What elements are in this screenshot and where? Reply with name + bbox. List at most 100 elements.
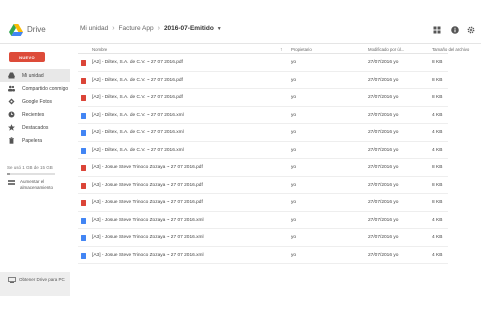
sidebar-item-label: Destacados: [22, 124, 49, 131]
xml-file-icon: [81, 252, 86, 259]
xml-file-icon: [81, 235, 86, 241]
breadcrumb-facture-app[interactable]: Facture App: [119, 25, 154, 32]
pdf-file-icon: [81, 60, 86, 66]
file-size: 8 KB: [432, 95, 443, 100]
file-owner: yo: [291, 77, 297, 83]
drive-icon: [8, 72, 15, 79]
file-size: 4 KB: [432, 252, 443, 258]
file-name: [A3] - Josue Steve Trinoco Zozaya ~ 27 0…: [92, 165, 203, 170]
file-owner: yo: [291, 60, 297, 65]
clock-icon: [8, 111, 15, 118]
sort-arrow-up-icon[interactable]: ↑: [280, 47, 283, 53]
storage-usage-text: Se usó 1 GB de 15 GB: [7, 165, 53, 170]
file-size: 8 KB: [432, 60, 443, 65]
pdf-file-icon: [81, 165, 86, 171]
get-drive-for-pc-button[interactable]: Obtener Drive para PC: [0, 272, 70, 296]
file-modified: 27/07/2016 yo: [368, 165, 399, 170]
file-modified: 27/07/2016 yo: [368, 252, 399, 258]
pdf-file-icon: [81, 77, 86, 84]
breadcrumb-my-drive[interactable]: Mi unidad: [80, 25, 108, 32]
file-modified: 27/07/2016 yo: [368, 95, 399, 100]
file-row[interactable]: [A2] - Diltex, S.A. de C.V. ~ 27 07 2016…: [78, 124, 448, 142]
file-size: 4 KB: [432, 112, 443, 118]
file-row[interactable]: [A2] - Diltex, S.A. de C.V. ~ 27 07 2016…: [78, 54, 448, 72]
file-owner: yo: [291, 165, 297, 170]
app-name[interactable]: Drive: [27, 25, 46, 34]
pdf-file-icon: [81, 182, 86, 189]
file-row[interactable]: [A3] - Josue Steve Trinoco Zozaya ~ 27 0…: [78, 212, 448, 229]
breadcrumb-current-folder[interactable]: 2016-07-Emitido: [164, 25, 214, 32]
file-owner: yo: [291, 182, 297, 188]
file-row[interactable]: [A2] - Diltex, S.A. de C.V. ~ 27 07 2016…: [78, 142, 448, 159]
file-modified: 27/07/2016 yo: [368, 217, 399, 223]
file-name: [A3] - Josue Steve Trinoco Zozaya ~ 27 0…: [92, 217, 204, 223]
file-row[interactable]: [A3] - Josue Steve Trinoco Zozaya ~ 27 0…: [78, 177, 448, 194]
sidebar-item-starred[interactable]: Destacados: [0, 121, 70, 134]
sidebar-item-photos[interactable]: Google Fotos: [0, 95, 70, 108]
people-icon: [8, 85, 15, 92]
storage-icon: [8, 180, 15, 185]
pdf-file-icon: [81, 95, 86, 101]
photos-icon: [8, 98, 15, 105]
file-list-header: Nombre ↑ Propietario Modificado por úl..…: [78, 44, 469, 54]
file-row[interactable]: [A3] - Josue Steve Trinoco Zozaya ~ 27 0…: [78, 159, 448, 177]
breadcrumb: Mi unidad › Facture App › 2016-07-Emitid…: [80, 25, 222, 32]
file-modified: 27/07/2016 yo: [368, 130, 399, 135]
file-row[interactable]: [A2] - Diltex, S.A. de C.V. ~ 27 07 2016…: [78, 89, 448, 107]
column-header-name[interactable]: Nombre: [92, 47, 107, 52]
file-modified: 27/07/2016 yo: [368, 77, 399, 83]
upgrade-storage-link[interactable]: Aumentar el almacenamiento: [8, 179, 63, 190]
file-name: [A3] - Josue Steve Trinoco Zozaya ~ 27 0…: [92, 235, 204, 240]
storage-usage-fill: [7, 173, 11, 175]
get-drive-label: Obtener Drive para PC: [19, 277, 65, 282]
sidebar-item-shared[interactable]: Compartido conmigo: [0, 82, 70, 95]
info-icon[interactable]: [451, 26, 459, 34]
sidebar: NUEVO Mi unidad Compartido conmigo Googl…: [0, 44, 70, 320]
sidebar-item-my-drive[interactable]: Mi unidad: [0, 69, 70, 82]
settings-gear-icon[interactable]: [467, 26, 475, 34]
file-row[interactable]: [A3] - Josue Steve Trinoco Zozaya ~ 27 0…: [78, 194, 448, 212]
file-size: 4 KB: [432, 235, 443, 240]
upgrade-storage-label: Aumentar el almacenamiento: [20, 179, 54, 190]
file-owner: yo: [291, 217, 297, 223]
file-owner: yo: [291, 95, 297, 100]
storage-usage-bar: [7, 173, 55, 175]
sidebar-item-label: Papelera: [22, 137, 43, 144]
file-row[interactable]: [A3] - Josue Steve Trinoco Zozaya ~ 27 0…: [78, 247, 448, 264]
file-row[interactable]: [A2] - Diltex, S.A. de C.V. ~ 27 07 2016…: [78, 72, 448, 89]
xml-file-icon: [81, 112, 86, 119]
file-modified: 27/07/2016 yo: [368, 182, 399, 188]
file-modified: 27/07/2016 yo: [368, 200, 399, 205]
file-name: [A2] - Diltex, S.A. de C.V. ~ 27 07 2016…: [92, 130, 184, 135]
file-owner: yo: [291, 130, 297, 135]
column-header-modified[interactable]: Modificado por úl...: [368, 47, 404, 52]
sidebar-item-label: Compartido conmigo: [22, 85, 69, 92]
file-size: 4 KB: [432, 147, 443, 153]
file-row[interactable]: [A2] - Diltex, S.A. de C.V. ~ 27 07 2016…: [78, 107, 448, 124]
file-name: [A3] - Josue Steve Trinoco Zozaya ~ 27 0…: [92, 252, 204, 258]
file-size: 8 KB: [432, 77, 443, 83]
top-bar: Drive Mi unidad › Facture App › 2016-07-…: [0, 0, 481, 44]
column-header-size[interactable]: Tamaño del archivo: [432, 47, 469, 52]
file-modified: 27/07/2016 yo: [368, 60, 399, 65]
chevron-right-icon: ›: [112, 25, 115, 32]
trash-icon: [9, 137, 14, 144]
file-size: 8 KB: [432, 200, 443, 205]
grid-view-icon[interactable]: [433, 26, 441, 34]
file-name: [A3] - Josue Steve Trinoco Zozaya ~ 27 0…: [92, 182, 203, 188]
file-name: [A2] - Diltex, S.A. de C.V. ~ 27 07 2016…: [92, 147, 184, 153]
file-name: [A2] - Diltex, S.A. de C.V. ~ 27 07 2016…: [92, 77, 183, 83]
xml-file-icon: [81, 130, 86, 136]
xml-file-icon: [81, 147, 86, 154]
caret-down-icon[interactable]: ▼: [217, 26, 222, 32]
sidebar-item-trash[interactable]: Papelera: [0, 134, 70, 147]
column-header-owner[interactable]: Propietario: [291, 47, 312, 52]
file-owner: yo: [291, 200, 297, 205]
file-row[interactable]: [A3] - Josue Steve Trinoco Zozaya ~ 27 0…: [78, 229, 448, 247]
sidebar-item-label: Google Fotos: [22, 98, 53, 105]
file-modified: 27/07/2016 yo: [368, 235, 399, 240]
new-button[interactable]: NUEVO: [9, 52, 45, 62]
drive-logo-icon[interactable]: [9, 24, 23, 36]
sidebar-item-recent[interactable]: Recientes: [0, 108, 70, 121]
chevron-right-icon: ›: [157, 25, 160, 32]
